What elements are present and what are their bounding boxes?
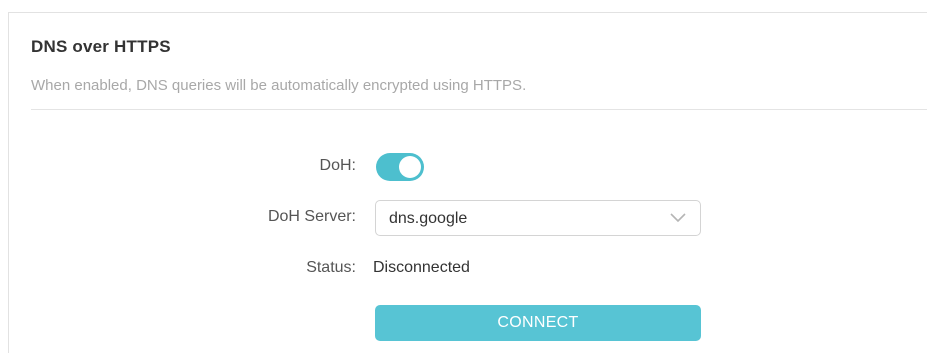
doh-toggle[interactable] <box>376 153 424 181</box>
doh-label: DoH: <box>319 157 356 174</box>
status-value: Disconnected <box>373 259 470 276</box>
status-label: Status: <box>306 259 356 276</box>
connect-button[interactable]: CONNECT <box>375 305 701 341</box>
dns-over-https-panel: DNS over HTTPS When enabled, DNS queries… <box>8 12 927 353</box>
doh-server-value: dns.google <box>389 210 468 227</box>
doh-server-select[interactable]: dns.google <box>375 200 701 236</box>
divider <box>31 109 927 110</box>
chevron-down-icon <box>670 213 686 223</box>
doh-server-label: DoH Server: <box>267 208 356 225</box>
section-description: When enabled, DNS queries will be automa… <box>31 77 527 94</box>
section-title: DNS over HTTPS <box>31 37 171 56</box>
toggle-knob <box>399 156 421 178</box>
